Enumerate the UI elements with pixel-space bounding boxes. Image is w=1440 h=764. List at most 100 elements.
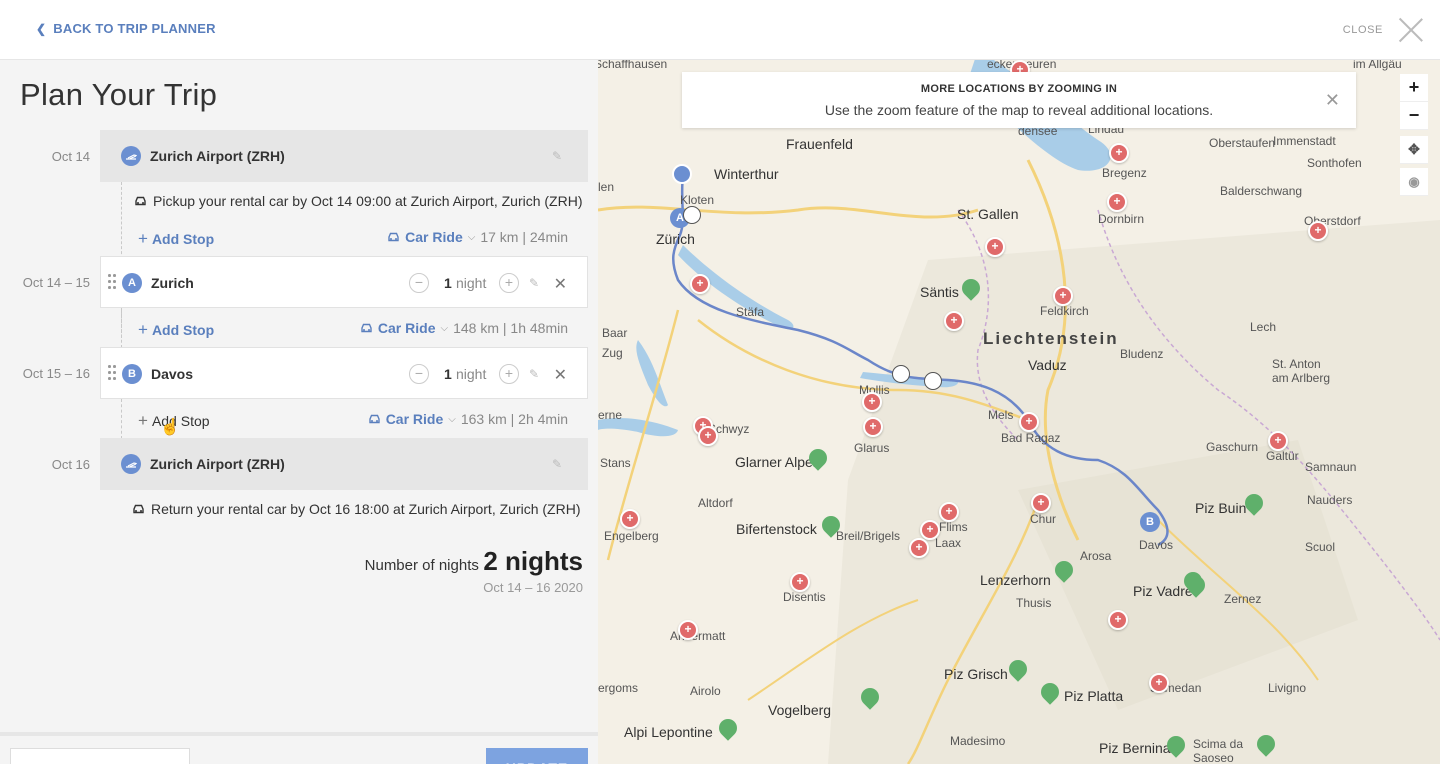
poi-marker-icon[interactable]: + [1109, 143, 1129, 163]
zoom-hint-text: Use the zoom feature of the map to revea… [824, 102, 1214, 118]
poi-marker-icon[interactable]: + [863, 417, 883, 437]
zoom-hint-title: MORE LOCATIONS BY ZOOMING IN [920, 83, 1118, 95]
return-note-text: Return your rental car by Oct 16 18:00 a… [151, 501, 581, 517]
update-button[interactable]: UPDATE [486, 748, 588, 764]
map-label: Piz Bernina [1099, 740, 1171, 756]
close-icon[interactable]: ✕ [1325, 90, 1340, 111]
add-stop-button[interactable]: + Add Stop [138, 411, 210, 431]
poi-marker-icon[interactable]: + [790, 572, 810, 592]
increase-nights-button[interactable]: + [499, 273, 519, 293]
stop-badge: B [122, 364, 142, 384]
start-date: Oct 14 [51, 149, 90, 164]
cancel-changes-button[interactable]: CANCEL CHANGES [10, 748, 190, 764]
airplane-icon [121, 146, 141, 166]
poi-marker-icon[interactable]: + [1268, 431, 1288, 451]
map-label: Stäfa [736, 305, 765, 319]
add-stop-button[interactable]: + Add Stop [138, 320, 214, 340]
map-label: Glarus [854, 441, 890, 455]
pickup-note: Pickup your rental car by Oct 14 09:00 a… [134, 193, 583, 209]
map-label: Scuol [1305, 540, 1336, 554]
end-airport-card: Zurich Airport (ZRH) ✎ [100, 438, 588, 490]
poi-marker-icon[interactable]: + [944, 311, 964, 331]
chevron-down-icon[interactable]: ⌵ [468, 232, 476, 243]
poi-marker-icon[interactable]: + [1308, 221, 1328, 241]
zoom-out-button[interactable]: − [1400, 102, 1428, 130]
close-label[interactable]: CLOSE [1343, 24, 1383, 36]
close-icon[interactable] [1398, 16, 1424, 42]
poi-marker-icon[interactable]: + [862, 392, 882, 412]
decrease-nights-button[interactable]: − [409, 364, 429, 384]
airplane-icon [121, 454, 141, 474]
map-label: Immenstadt [1273, 134, 1336, 148]
map-label: Nauders [1307, 493, 1353, 507]
timeline-connector [121, 308, 122, 348]
map-label: Frauenfeld [786, 136, 853, 152]
poi-marker-icon[interactable]: + [698, 426, 718, 446]
poi-marker-icon[interactable]: + [920, 520, 940, 540]
poi-marker-icon[interactable]: + [1019, 412, 1039, 432]
map-label: Zug [602, 346, 623, 360]
map-label: Davos [1139, 538, 1174, 552]
route-stop-marker-icon[interactable]: B [1140, 512, 1160, 532]
map-label: Winterthur [714, 166, 779, 182]
nights-count: 1 [444, 275, 452, 291]
poi-marker-icon[interactable]: + [1053, 286, 1073, 306]
map-label: Oberstaufen [1209, 136, 1276, 150]
stop-card-zurich: A Zurich − 1 night + ✎ ✕ [100, 256, 588, 308]
poi-marker-icon[interactable]: + [1107, 192, 1127, 212]
map-label: Disentis [783, 590, 826, 604]
map-label: Gaschurn [1206, 440, 1259, 454]
chevron-down-icon[interactable]: ⌵ [440, 323, 448, 334]
map-label: Schaffhausen [598, 60, 668, 71]
map-label: Kloten [680, 193, 715, 207]
start-airport-card: Zurich Airport (ZRH) ✎ [100, 130, 588, 182]
increase-nights-button[interactable]: + [499, 364, 519, 384]
end-date: Oct 16 [51, 457, 90, 472]
decrease-nights-button[interactable]: − [409, 273, 429, 293]
map-label: Feldkirch [1040, 304, 1089, 318]
stop-card-davos: B Davos − 1 night + ✎ ✕ [100, 347, 588, 399]
map-view[interactable]: Schaffhausen eckenbeuren im Allgäu dense… [598, 60, 1440, 764]
pickup-note-text: Pickup your rental car by Oct 14 09:00 a… [153, 193, 583, 209]
add-stop-label: Add Stop [151, 413, 210, 429]
pencil-icon[interactable]: ✎ [552, 149, 566, 163]
map-label: Bludenz [1120, 347, 1164, 361]
poi-marker-icon[interactable]: + [678, 620, 698, 640]
poi-marker-icon[interactable]: + [985, 237, 1005, 257]
summary-label: Number of nights [364, 557, 479, 574]
pins-toggle-icon[interactable]: ◉ [1400, 168, 1428, 196]
remove-stop-icon[interactable]: ✕ [554, 365, 567, 385]
pencil-icon[interactable]: ✎ [552, 457, 566, 471]
fit-bounds-icon[interactable]: ✥ [1400, 136, 1428, 164]
pencil-icon[interactable]: ✎ [529, 276, 543, 290]
poi-marker-icon[interactable]: + [690, 274, 710, 294]
ride-mode-select[interactable]: Car Ride [405, 229, 463, 245]
map-label: Mels [988, 408, 1014, 422]
trip-planner-panel: Plan Your Trip Oct 14 Zurich Airport (ZR… [0, 60, 598, 764]
map-label: Piz Grisch [944, 666, 1008, 682]
ride-mode-select[interactable]: Car Ride [386, 411, 444, 427]
timeline-connector [121, 399, 122, 439]
car-icon [135, 196, 146, 206]
drag-handle-icon[interactable] [108, 274, 116, 290]
car-marker-icon [892, 365, 910, 383]
ride-mode-select[interactable]: Car Ride [378, 320, 436, 336]
airport-marker-icon[interactable] [672, 164, 692, 184]
map-label: Baar [602, 326, 628, 340]
poi-marker-icon[interactable]: + [909, 538, 929, 558]
drag-handle-icon[interactable] [108, 365, 116, 381]
poi-marker-icon[interactable]: + [1149, 673, 1169, 693]
poi-marker-icon[interactable]: + [620, 509, 640, 529]
remove-stop-icon[interactable]: ✕ [554, 274, 567, 294]
back-to-trip-planner-link[interactable]: ❮ BACK TO TRIP PLANNER [36, 21, 216, 36]
poi-marker-icon[interactable]: + [939, 502, 959, 522]
chevron-down-icon[interactable]: ⌵ [448, 414, 456, 425]
map-label: Scima da Saoseo [1193, 737, 1244, 764]
pencil-icon[interactable]: ✎ [529, 367, 543, 381]
map-label: Stans [600, 456, 631, 470]
map-label: ergoms [598, 681, 639, 695]
poi-marker-icon[interactable]: + [1031, 493, 1051, 513]
zoom-in-button[interactable]: + [1400, 74, 1428, 102]
add-stop-button[interactable]: + Add Stop [138, 229, 214, 249]
poi-marker-icon[interactable]: + [1108, 610, 1128, 630]
